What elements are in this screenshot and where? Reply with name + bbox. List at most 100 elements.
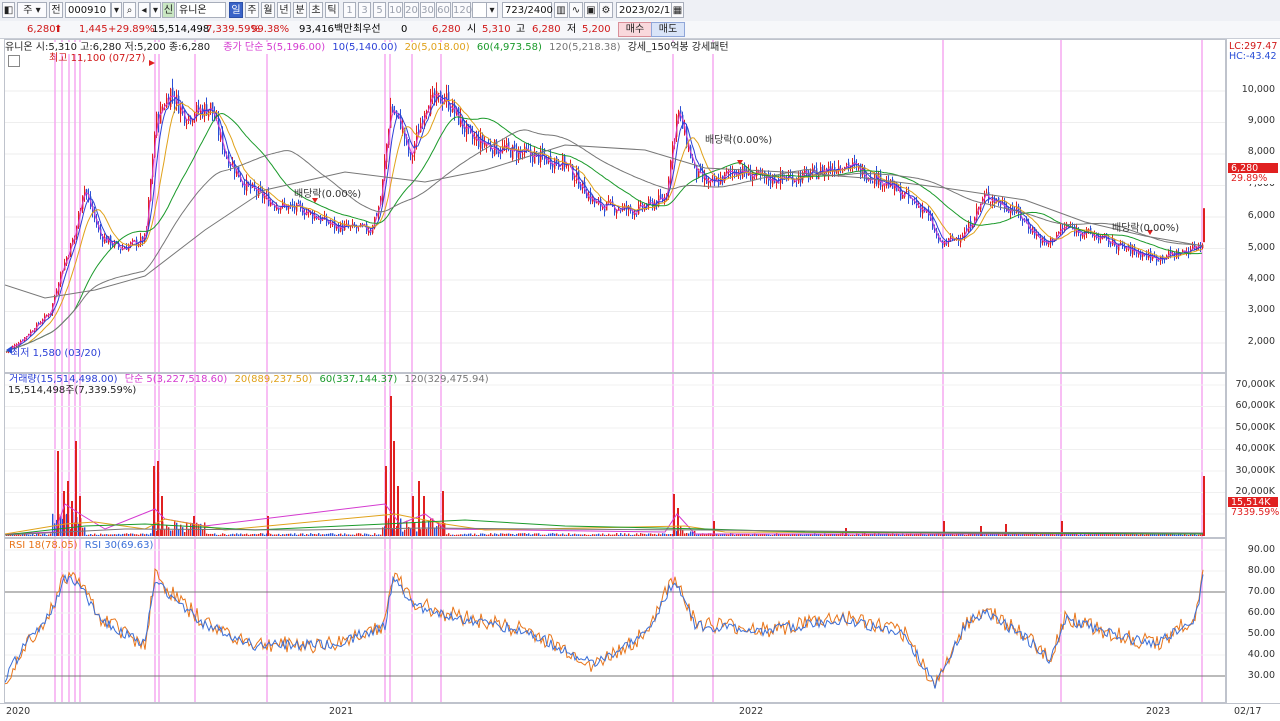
volume-bar (574, 533, 576, 536)
volume-bar (224, 533, 226, 536)
price-candle (1126, 248, 1128, 250)
period-tick-button[interactable]: 틱 (325, 2, 339, 18)
stock-badge-icon[interactable]: 신 (162, 2, 175, 18)
volume-legend-item[interactable]: 거래량(15,514,498.00) (9, 374, 118, 385)
period-minute-button[interactable]: 분 (293, 2, 307, 18)
price-chart-canvas[interactable] (5, 40, 1226, 373)
price-candle (264, 196, 266, 200)
volume-bar (48, 534, 50, 536)
minute-20-button[interactable]: 20 (404, 2, 419, 18)
volume-bar (292, 534, 294, 536)
buy-button[interactable]: 매수 (618, 22, 652, 37)
period-month-button[interactable]: 월 (261, 2, 275, 18)
volume-bar (130, 533, 132, 536)
volume-bar (124, 533, 126, 536)
menu-icon[interactable]: ◧ (2, 2, 15, 18)
rsi30-legend[interactable]: RSI 30(69.63) (85, 540, 154, 551)
volume-bar (188, 528, 190, 536)
bar-chart-icon[interactable]: ▥ (554, 2, 568, 18)
volume-sub-legend: 15,514,498주(7,339.59%) (8, 385, 137, 396)
volume-bar (1044, 534, 1046, 536)
volume-bar (496, 533, 498, 536)
volume-chart-panel[interactable]: 거래량(15,514,498.00) 단순 5(3,227,518.60) 20… (4, 373, 1226, 538)
rsi-chart-panel[interactable]: RSI 18(78.05) RSI 30(69.63) (4, 538, 1226, 703)
rsi-chart-canvas[interactable] (5, 539, 1226, 703)
price-candle (330, 223, 332, 225)
chart-type-select[interactable]: 주 ▾ (17, 2, 47, 18)
code-dropdown-icon[interactable]: ▾ (111, 2, 122, 18)
price-candle (848, 162, 850, 168)
minute-60-button[interactable]: 60 (436, 2, 451, 18)
speaker-icon[interactable]: ◂ (138, 2, 150, 18)
volume-ma5-legend[interactable]: 단순 5(3,227,518.60) (125, 374, 228, 385)
period-week-button[interactable]: 주 (245, 2, 259, 18)
rsi-tick: 80.00 (1247, 565, 1275, 576)
volume-bar (498, 534, 500, 536)
gear-icon[interactable]: ⚙ (599, 2, 613, 18)
volume-bar (556, 533, 558, 536)
volume-bar (542, 534, 544, 536)
line-chart-icon[interactable]: ∿ (569, 2, 583, 18)
speaker-dropdown-icon[interactable]: ▾ (150, 2, 161, 18)
minute-10-button[interactable]: 10 (388, 2, 403, 18)
volume-bar (464, 533, 466, 536)
stock-name-field[interactable]: 유니온 (176, 2, 226, 18)
calendar-icon[interactable]: ▦ (671, 2, 684, 18)
rsi18-legend[interactable]: RSI 18(78.05) (9, 540, 78, 551)
ma5-legend[interactable]: 종가 단순 5(5,196.00) (223, 42, 325, 53)
price-candle (574, 180, 576, 182)
volume-bar (410, 528, 412, 536)
price-candle (166, 97, 168, 108)
bar-count-field[interactable]: 723/2400 (502, 2, 553, 18)
pattern-legend[interactable]: 강세_150억봉 강세패턴 (628, 42, 729, 53)
minute-1-button[interactable]: 1 (343, 2, 356, 18)
volume-bar (234, 534, 236, 536)
ma120-legend[interactable]: 120(5,218.38) (549, 42, 620, 53)
minute-120-button[interactable]: 120 (452, 2, 472, 18)
volume-bar (584, 534, 586, 536)
volume-bar (750, 534, 752, 536)
price-candle (906, 191, 908, 193)
volume-bar (306, 534, 308, 536)
price-candle (742, 166, 744, 178)
custom-period-dropdown-icon[interactable]: ▾ (486, 2, 498, 18)
period-year-button[interactable]: 년 (277, 2, 291, 18)
volume-bar (462, 534, 464, 536)
volume-bar (598, 533, 600, 536)
date-input[interactable]: 2023/02/17 (616, 2, 677, 18)
volume-ma20-legend[interactable]: 20(889,237.50) (234, 374, 312, 385)
ma60-legend[interactable]: 60(4,973.58) (477, 42, 542, 53)
stock-code-input[interactable]: 000910 (65, 2, 111, 18)
volume-bar (114, 534, 116, 536)
search-icon[interactable]: ⌕ (123, 2, 136, 18)
volume-bar (934, 534, 936, 536)
volume-bar (232, 533, 234, 536)
period-second-button[interactable]: 초 (309, 2, 323, 18)
volume-ma60-legend[interactable]: 60(337,144.37) (319, 374, 397, 385)
ma20-legend[interactable]: 20(5,018.00) (405, 42, 470, 53)
volume-chart-canvas[interactable] (5, 374, 1226, 538)
ma10-legend[interactable]: 10(5,140.00) (332, 42, 397, 53)
volume-ma120-legend[interactable]: 120(329,475.94) (404, 374, 488, 385)
volume-bar (546, 534, 548, 536)
volume-bar (226, 534, 228, 536)
volume-bar (330, 533, 332, 536)
minute-5-button[interactable]: 5 (373, 2, 386, 18)
volume-bar (1150, 534, 1152, 536)
sell-button[interactable]: 매도 (651, 22, 685, 37)
price-tick: 4,000 (1247, 273, 1275, 284)
period-day-button[interactable]: 일 (229, 2, 243, 18)
price-chart-panel[interactable]: 유니온 시:5,310 고:6,280 저:5,200 종:6,280 종가 단… (4, 39, 1226, 373)
grid-toggle-icon[interactable] (8, 55, 20, 67)
ma120-trend-line (5, 144, 1204, 299)
price-candle (854, 160, 856, 164)
minute-30-button[interactable]: 30 (420, 2, 435, 18)
volume-bar (664, 533, 666, 536)
minute-3-button[interactable]: 3 (358, 2, 371, 18)
volume-bar (318, 533, 320, 536)
volume-bar (270, 533, 272, 536)
volume-bar (222, 533, 224, 536)
volume-bar (626, 534, 628, 536)
all-icon[interactable]: 전 (49, 2, 63, 18)
save-icon[interactable]: ▣ (584, 2, 598, 18)
